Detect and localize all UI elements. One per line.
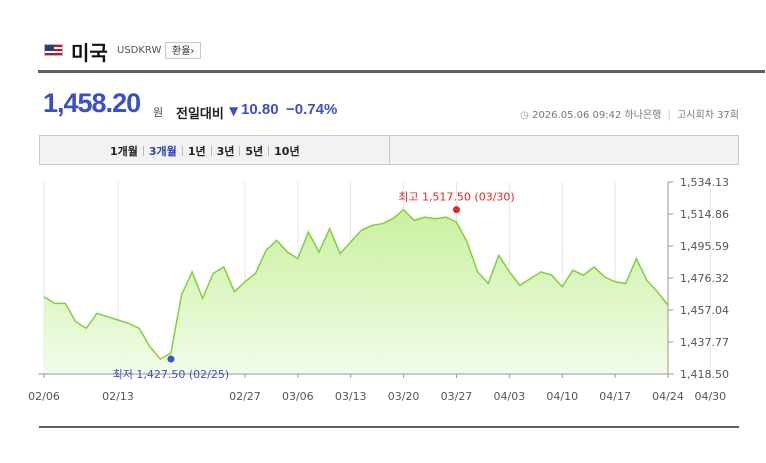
y-tick-label: 1,534.13 [680, 176, 729, 189]
min-label: 최저 1,427.50 (02/25) [113, 368, 230, 381]
x-tick-label: 04/03 [494, 390, 526, 403]
footer-divider [39, 426, 739, 428]
exchange-rate-chart: 02/06 02/13 02/27 03/06 03/13 03/20 03/27 04/03… [28, 176, 729, 403]
y-tick-label: 1,514.86 [680, 208, 729, 221]
x-tick-label: 03/20 [388, 390, 420, 403]
max-label: 최고 1,517.50 (03/30) [398, 191, 515, 204]
y-tick-label: 1,418.50 [680, 368, 729, 381]
max-marker [452, 206, 460, 214]
x-tick-label: 03/06 [282, 390, 314, 403]
y-tick-label: 1,457.04 [680, 304, 729, 317]
x-tick-label: 04/24 [652, 390, 684, 403]
x-tick-label: 04/17 [599, 390, 631, 403]
min-marker [167, 355, 175, 363]
x-tick-label: 03/13 [335, 390, 367, 403]
y-tick-label: 1,495.59 [680, 240, 729, 253]
x-tick-label: 04/10 [546, 390, 578, 403]
x-tick-label: 02/06 [28, 390, 60, 403]
x-tick-label: 04/30 [694, 390, 726, 403]
y-tick-label: 1,476.32 [680, 272, 729, 285]
x-tick-label: 02/13 [102, 390, 134, 403]
x-tick-label: 02/27 [229, 390, 261, 403]
area-fill [44, 209, 668, 374]
x-tick-label: 03/27 [441, 390, 473, 403]
y-tick-label: 1,437.77 [680, 336, 729, 349]
